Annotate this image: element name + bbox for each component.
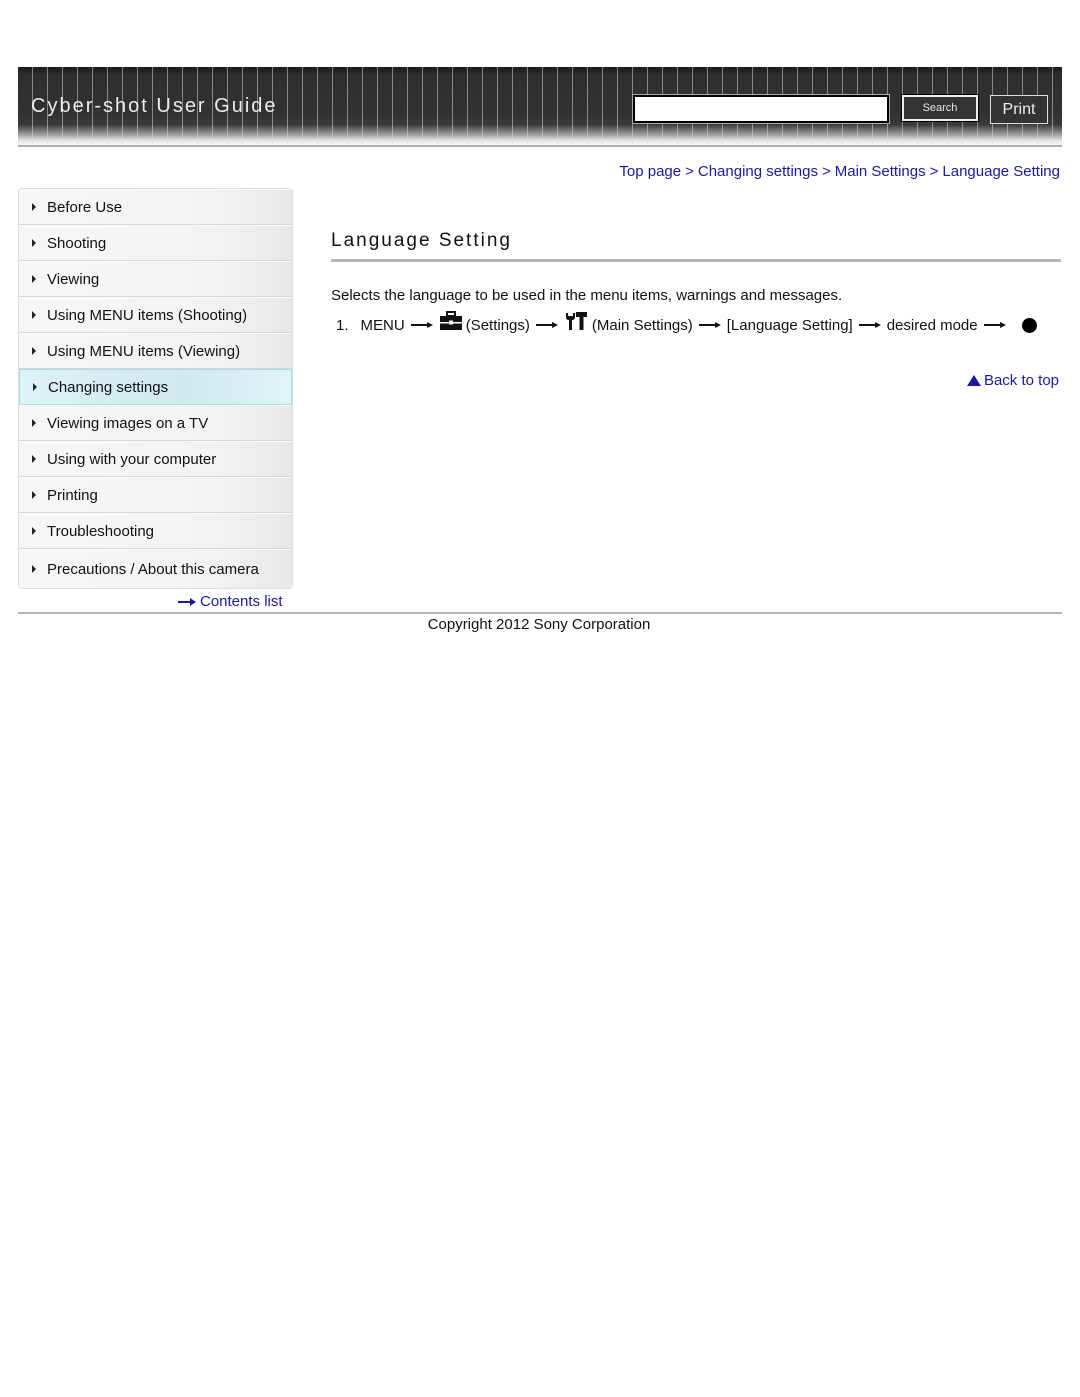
step-menu: MENU bbox=[360, 316, 405, 334]
sidebar-item-troubleshooting[interactable]: Troubleshooting bbox=[19, 513, 292, 549]
sidebar-item-viewing-tv[interactable]: Viewing images on a TV bbox=[19, 405, 292, 441]
sidebar-item-label: Viewing images on a TV bbox=[47, 414, 209, 432]
breadcrumb-separator: > bbox=[929, 163, 939, 180]
arrow-right-icon bbox=[858, 321, 881, 329]
procedure-step: 1. MENU (Settings) (Main Settings) [Lang… bbox=[336, 311, 1037, 335]
breadcrumb-top-page[interactable]: Top page bbox=[619, 163, 681, 180]
sidebar-item-computer[interactable]: Using with your computer bbox=[19, 441, 292, 477]
arrow-right-icon bbox=[698, 321, 721, 329]
sidebar-item-label: Precautions / About this camera bbox=[47, 560, 259, 578]
triangle-right-icon bbox=[32, 347, 36, 355]
wrench-hammer-main-settings-icon bbox=[565, 312, 587, 330]
sidebar-item-label: Using MENU items (Shooting) bbox=[47, 306, 248, 324]
back-to-top-label: Back to top bbox=[983, 372, 1059, 389]
sidebar-item-before-use[interactable]: Before Use bbox=[19, 189, 292, 225]
arrow-right-icon bbox=[983, 321, 1006, 329]
triangle-right-icon bbox=[32, 419, 36, 427]
sidebar-item-viewing[interactable]: Viewing bbox=[19, 261, 292, 297]
arrow-right-icon bbox=[535, 321, 558, 329]
breadcrumb-separator: > bbox=[821, 163, 831, 180]
back-to-top-link[interactable]: Back to top bbox=[966, 372, 1059, 389]
sidebar-item-menu-shooting[interactable]: Using MENU items (Shooting) bbox=[19, 297, 292, 333]
breadcrumb-separator: > bbox=[685, 163, 694, 180]
triangle-right-icon bbox=[33, 383, 37, 391]
breadcrumb-language-setting[interactable]: Language Setting bbox=[942, 163, 1060, 180]
footer-divider bbox=[18, 612, 1062, 614]
triangle-right-icon bbox=[32, 311, 36, 319]
sidebar-item-label: Changing settings bbox=[48, 378, 169, 396]
copyright: Copyright 2012 Sony Corporation bbox=[427, 616, 651, 633]
page-title: Language Setting bbox=[331, 230, 512, 251]
step-language-setting: [Language Setting] bbox=[726, 316, 853, 334]
sidebar-item-label: Using MENU items (Viewing) bbox=[47, 342, 241, 360]
triangle-right-icon bbox=[32, 565, 36, 573]
sidebar-item-menu-viewing[interactable]: Using MENU items (Viewing) bbox=[19, 333, 292, 369]
step-number: 1. bbox=[336, 316, 349, 334]
header-banner: Cyber-shot User Guide Search Print bbox=[18, 67, 1062, 147]
search-button[interactable]: Search bbox=[901, 94, 979, 122]
title-divider bbox=[331, 259, 1061, 262]
step-desired-mode: desired mode bbox=[886, 316, 978, 334]
page-description: Selects the language to be used in the m… bbox=[331, 287, 843, 304]
breadcrumb-changing-settings[interactable]: Changing settings bbox=[698, 163, 818, 180]
sidebar-item-label: Printing bbox=[47, 486, 98, 504]
search-input[interactable] bbox=[632, 94, 890, 124]
site-title: Cyber-shot User Guide bbox=[31, 95, 278, 117]
sidebar-nav: Before Use Shooting Viewing Using MENU i… bbox=[18, 188, 293, 589]
sidebar-item-printing[interactable]: Printing bbox=[19, 477, 292, 513]
sidebar-item-label: Shooting bbox=[47, 234, 107, 252]
toolbox-settings-icon bbox=[439, 311, 462, 330]
sidebar-item-precautions[interactable]: Precautions / About this camera bbox=[19, 549, 292, 588]
print-button[interactable]: Print bbox=[990, 95, 1048, 124]
sidebar-item-label: Viewing bbox=[47, 270, 100, 288]
triangle-right-icon bbox=[32, 203, 36, 211]
sidebar-item-label: Before Use bbox=[47, 198, 123, 216]
breadcrumb-main-settings[interactable]: Main Settings bbox=[835, 163, 926, 180]
step-settings: (Settings) bbox=[465, 316, 530, 334]
arrow-right-icon bbox=[178, 597, 196, 606]
center-button-dot-icon bbox=[1021, 317, 1037, 333]
triangle-right-icon bbox=[32, 239, 36, 247]
contents-list-link[interactable]: Contents list bbox=[178, 593, 283, 610]
step-main-settings: (Main Settings) bbox=[591, 316, 693, 334]
triangle-right-icon bbox=[32, 527, 36, 535]
triangle-up-icon bbox=[966, 375, 981, 386]
sidebar-item-changing-settings[interactable]: Changing settings bbox=[19, 369, 292, 405]
sidebar-item-label: Troubleshooting bbox=[47, 522, 155, 540]
triangle-right-icon bbox=[32, 275, 36, 283]
triangle-right-icon bbox=[32, 455, 36, 463]
sidebar-item-label: Using with your computer bbox=[47, 450, 217, 468]
breadcrumb: Top page > Changing settings > Main Settings… bbox=[619, 163, 1060, 180]
sidebar-item-shooting[interactable]: Shooting bbox=[19, 225, 292, 261]
triangle-right-icon bbox=[32, 491, 36, 499]
arrow-right-icon bbox=[410, 321, 433, 329]
contents-list-label: Contents list bbox=[200, 593, 283, 610]
